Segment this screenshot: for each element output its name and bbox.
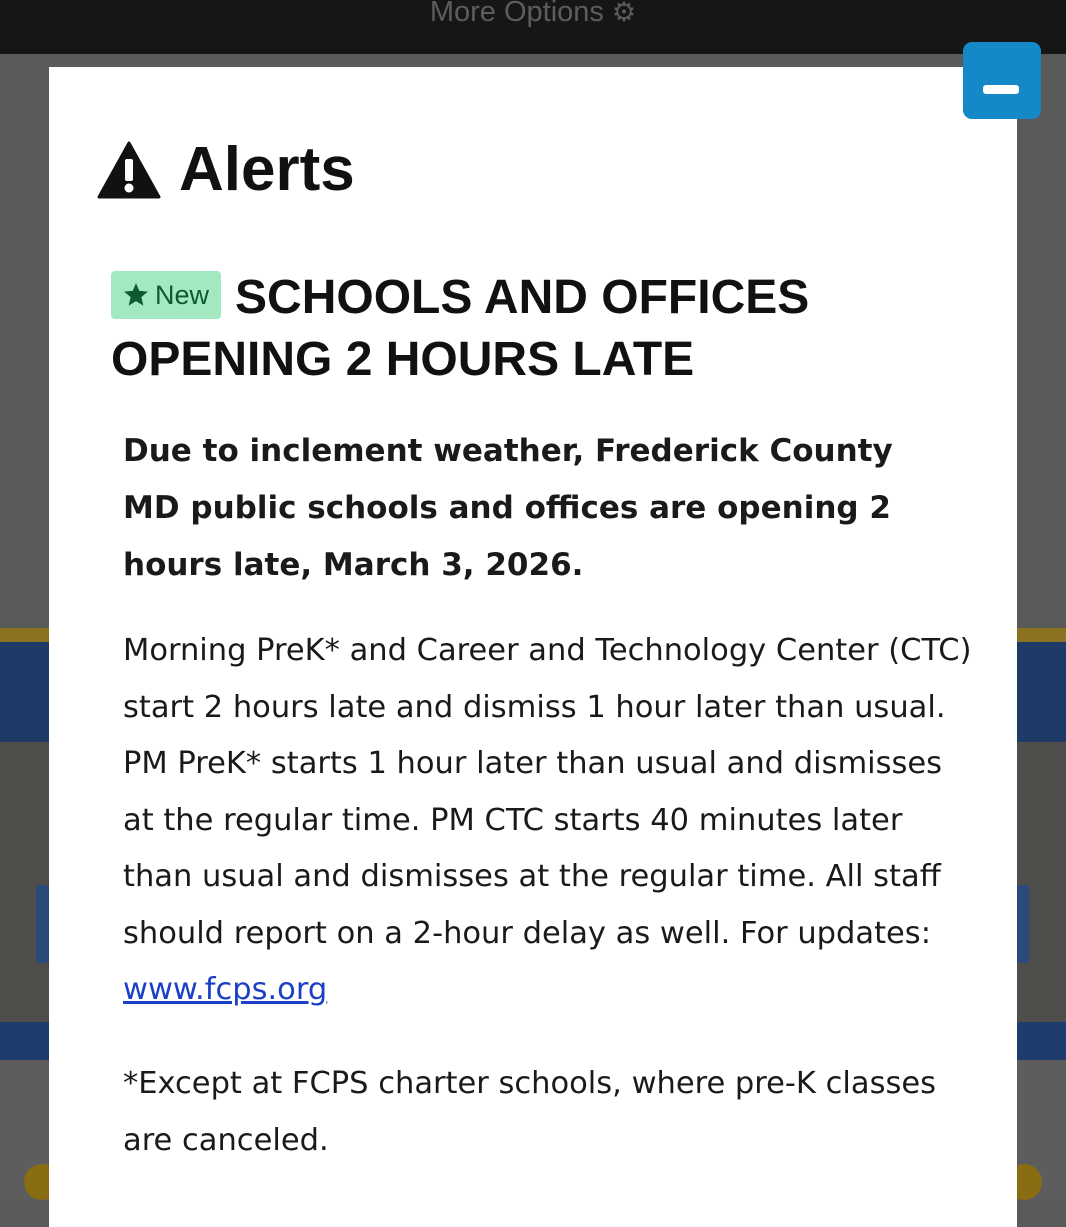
new-badge-label: New xyxy=(155,279,210,310)
more-options-label: More Options xyxy=(429,0,604,28)
more-options-button[interactable]: More Options ⚙ xyxy=(0,0,1066,34)
gear-icon: ⚙ xyxy=(611,0,637,27)
star-icon xyxy=(124,283,148,306)
alerts-title-text: Alerts xyxy=(179,135,355,204)
alert-lead-text: Due to inclement weather, Frederick Coun… xyxy=(123,433,893,583)
alerts-modal: Alerts New SCHOOLS AND OFFICES OPENING 2 … xyxy=(49,67,1017,1227)
minus-icon xyxy=(983,85,1019,94)
background-banner-block xyxy=(1017,885,1029,963)
background-banner-block xyxy=(36,885,49,963)
top-bar: More Options ⚙ xyxy=(0,0,1066,54)
alert-footnote: *Except at FCPS charter schools, where p… xyxy=(123,1066,937,1158)
alert-body: Morning PreK* and Career and Technology … xyxy=(123,623,973,1019)
minimize-alerts-button[interactable] xyxy=(963,42,1041,119)
warning-triangle-icon xyxy=(97,141,161,199)
alert-body-text: Morning PreK* and Career and Technology … xyxy=(123,633,972,951)
alerts-title: Alerts xyxy=(97,135,355,205)
new-badge: New xyxy=(111,270,222,319)
alert-heading: New SCHOOLS AND OFFICES OPENING 2 HOURS L… xyxy=(111,267,891,391)
fcps-link[interactable]: www.fcps.org xyxy=(123,972,327,1007)
